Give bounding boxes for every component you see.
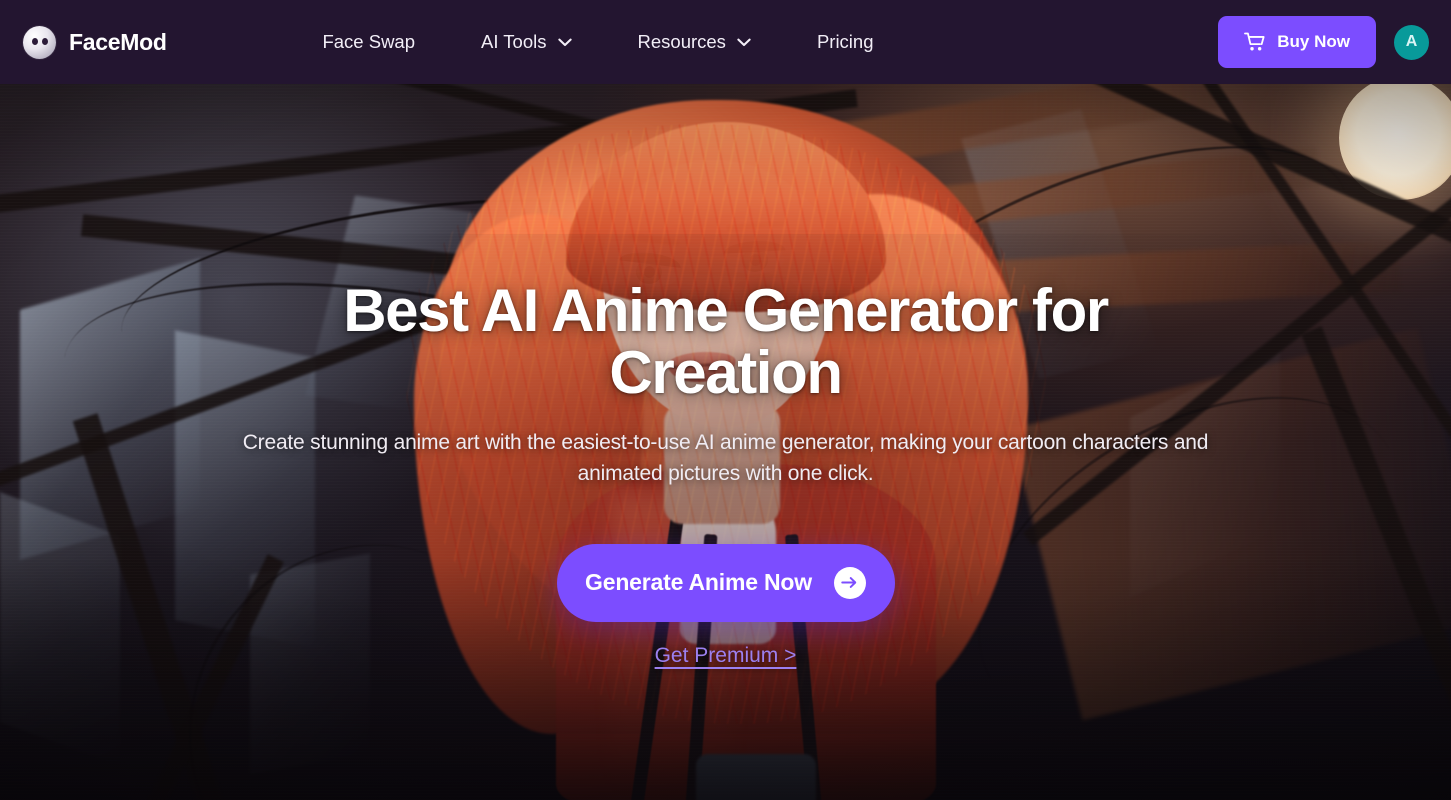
nav-item-ai-tools[interactable]: AI Tools bbox=[448, 31, 604, 53]
page-root: FaceMod Face Swap AI Tools Resources Pri… bbox=[0, 0, 1451, 800]
nav-item-label: Resources bbox=[637, 31, 726, 52]
nav-item-resources[interactable]: Resources bbox=[605, 31, 784, 53]
hero-headline: Best AI Anime Generator for Creation bbox=[343, 277, 1109, 407]
get-premium-link[interactable]: Get Premium > bbox=[655, 644, 797, 668]
arrow-right-icon bbox=[833, 566, 866, 599]
hero-section: Best AI Anime Generator for Creation Cre… bbox=[0, 84, 1451, 800]
nav-item-label: Face Swap bbox=[322, 31, 416, 52]
hero-subheadline: Create stunning anime art with the easie… bbox=[242, 430, 1209, 485]
brand-logo[interactable]: FaceMod bbox=[23, 25, 167, 59]
hero-content: Best AI Anime Generator for Creation Cre… bbox=[0, 84, 1451, 800]
chevron-down-icon bbox=[557, 38, 572, 46]
avatar-initial: A bbox=[1405, 33, 1418, 50]
generate-anime-now-button[interactable]: Generate Anime Now bbox=[556, 543, 895, 622]
top-navigation-bar: FaceMod Face Swap AI Tools Resources Pri… bbox=[0, 0, 1451, 84]
nav-item-pricing[interactable]: Pricing bbox=[784, 31, 907, 53]
primary-nav: Face Swap AI Tools Resources Pricing bbox=[289, 31, 906, 53]
nav-item-face-swap[interactable]: Face Swap bbox=[289, 31, 448, 53]
avatar[interactable]: A bbox=[1393, 24, 1429, 60]
cta-label: Generate Anime Now bbox=[585, 569, 812, 595]
buy-now-button[interactable]: Buy Now bbox=[1218, 16, 1376, 68]
buy-now-label: Buy Now bbox=[1277, 32, 1350, 51]
nav-actions: Buy Now A bbox=[1218, 16, 1429, 68]
face-mask-icon bbox=[23, 25, 56, 59]
shopping-cart-icon bbox=[1244, 32, 1265, 51]
chevron-down-icon bbox=[737, 38, 751, 46]
nav-item-label: Pricing bbox=[816, 31, 874, 52]
brand-name: FaceMod bbox=[69, 28, 167, 55]
nav-item-label: AI Tools bbox=[481, 31, 547, 52]
